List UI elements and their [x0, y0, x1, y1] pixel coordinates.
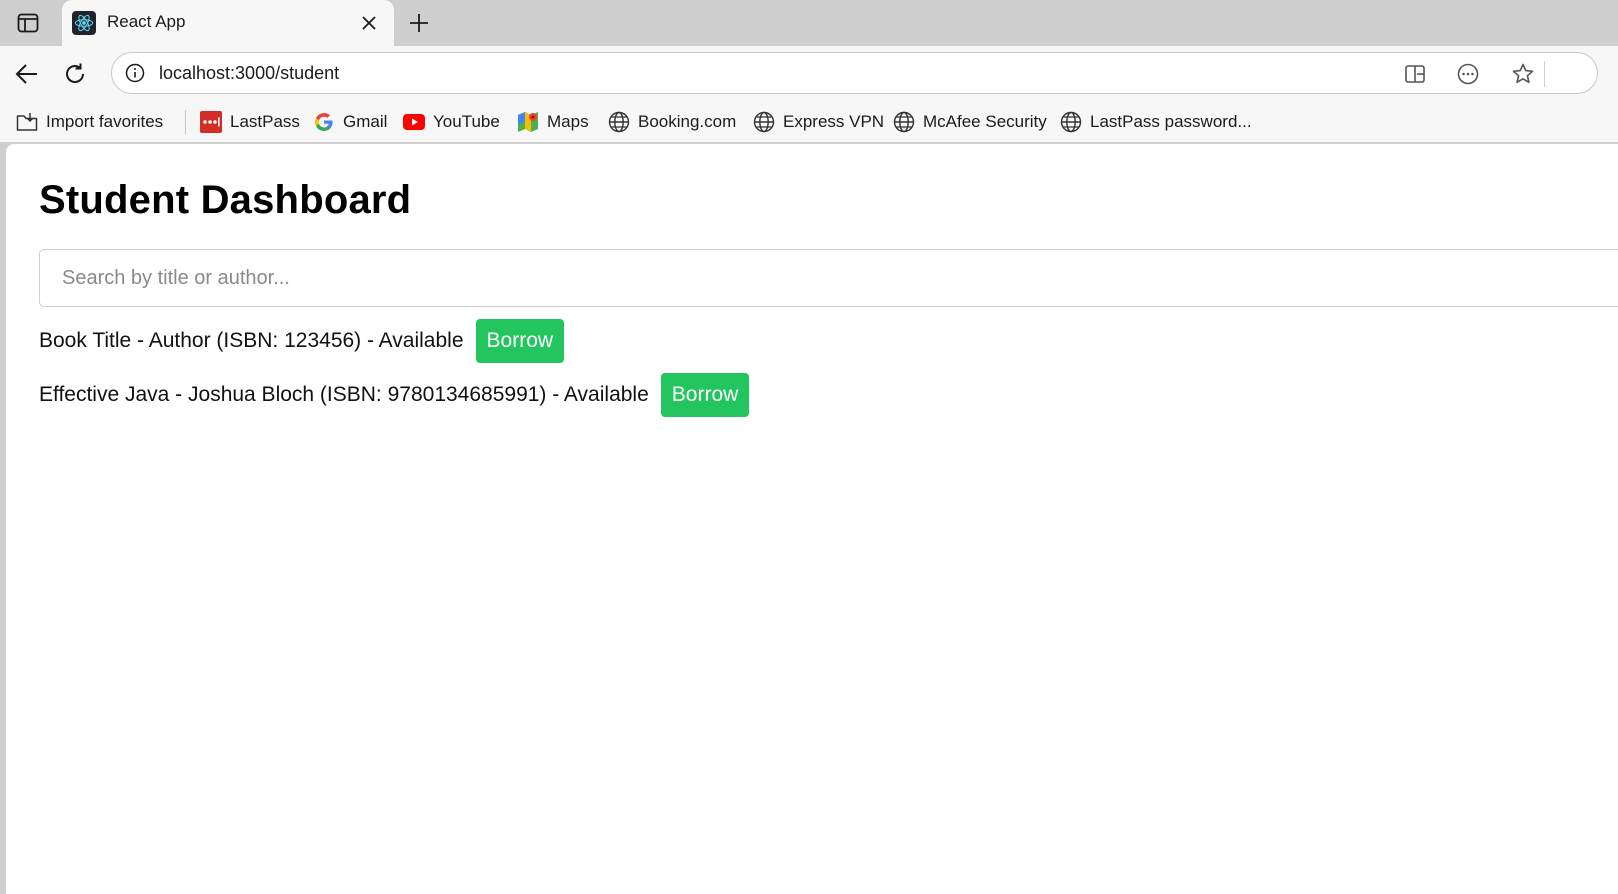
site-info-icon[interactable]	[124, 62, 146, 84]
address-bar-divider	[1544, 61, 1545, 87]
import-favorites-icon	[16, 111, 38, 133]
refresh-icon[interactable]	[59, 58, 91, 90]
favorites-bar: Import favorites LastPass Gmail YouTube …	[0, 102, 1618, 142]
browser-toolbar: localhost:3000/student	[0, 46, 1618, 102]
bookmark-label: Gmail	[343, 112, 388, 131]
bookmark-import-favorites[interactable]: Import favorites	[16, 108, 163, 136]
page-title: Student Dashboard	[39, 178, 412, 222]
globe-icon	[753, 111, 775, 133]
youtube-icon	[403, 111, 425, 133]
bookmark-label: LastPass password...	[1090, 112, 1252, 131]
new-tab-icon[interactable]	[404, 8, 434, 38]
react-icon	[72, 11, 96, 35]
bookmark-label: Express VPN	[783, 112, 885, 131]
tab-strip: React App	[0, 0, 1618, 47]
book-list-item: Effective Java - Joshua Bloch (ISBN: 978…	[39, 373, 750, 417]
bookmark-booking[interactable]: Booking.com	[608, 108, 736, 136]
bookmark-label: Import favorites	[46, 112, 164, 131]
address-bar[interactable]: localhost:3000/student	[111, 52, 1598, 94]
favorite-star-icon[interactable]	[1509, 60, 1537, 88]
more-options-icon[interactable]	[1454, 60, 1482, 88]
search-input[interactable]	[39, 249, 1618, 307]
globe-icon	[1060, 111, 1082, 133]
active-tab[interactable]: React App	[62, 0, 394, 47]
bookmark-label: McAfee Security	[923, 112, 1047, 131]
lastpass-icon	[200, 111, 222, 133]
bookmark-lastpass[interactable]: LastPass	[200, 108, 300, 136]
url-host: localhost	[159, 63, 231, 83]
globe-icon	[608, 111, 630, 133]
page-content: Student Dashboard Book Title - Author (I…	[6, 144, 1618, 894]
tab-title: React App	[107, 12, 186, 31]
globe-icon	[893, 111, 915, 133]
bookmark-mcafee[interactable]: McAfee Security	[893, 108, 1047, 136]
maps-icon	[517, 111, 539, 133]
book-info: Effective Java - Joshua Bloch (ISBN: 978…	[39, 383, 649, 406]
bookmark-label: Maps	[547, 112, 589, 131]
url-text[interactable]: localhost:3000/student	[159, 63, 339, 84]
favorites-divider	[185, 110, 186, 134]
book-list-item: Book Title - Author (ISBN: 123456) - Ava…	[39, 319, 565, 363]
bookmark-youtube[interactable]: YouTube	[403, 108, 500, 136]
book-info: Book Title - Author (ISBN: 123456) - Ava…	[39, 329, 464, 352]
url-path: :3000/student	[230, 63, 340, 83]
google-icon	[313, 111, 335, 133]
bookmark-label: Booking.com	[638, 112, 737, 131]
borrow-button[interactable]: Borrow	[475, 319, 565, 363]
split-screen-icon[interactable]	[1401, 60, 1429, 88]
close-tab-icon[interactable]	[358, 12, 380, 34]
bookmark-label: LastPass	[230, 112, 300, 131]
borrow-button[interactable]: Borrow	[660, 373, 750, 417]
bookmark-gmail[interactable]: Gmail	[313, 108, 387, 136]
tab-actions-icon[interactable]	[12, 9, 44, 37]
bookmark-lastpass-password[interactable]: LastPass password...	[1060, 108, 1252, 136]
bookmark-maps[interactable]: Maps	[517, 108, 589, 136]
bookmark-express-vpn[interactable]: Express VPN	[753, 108, 884, 136]
back-icon[interactable]	[11, 58, 43, 90]
bookmark-label: YouTube	[433, 112, 500, 131]
